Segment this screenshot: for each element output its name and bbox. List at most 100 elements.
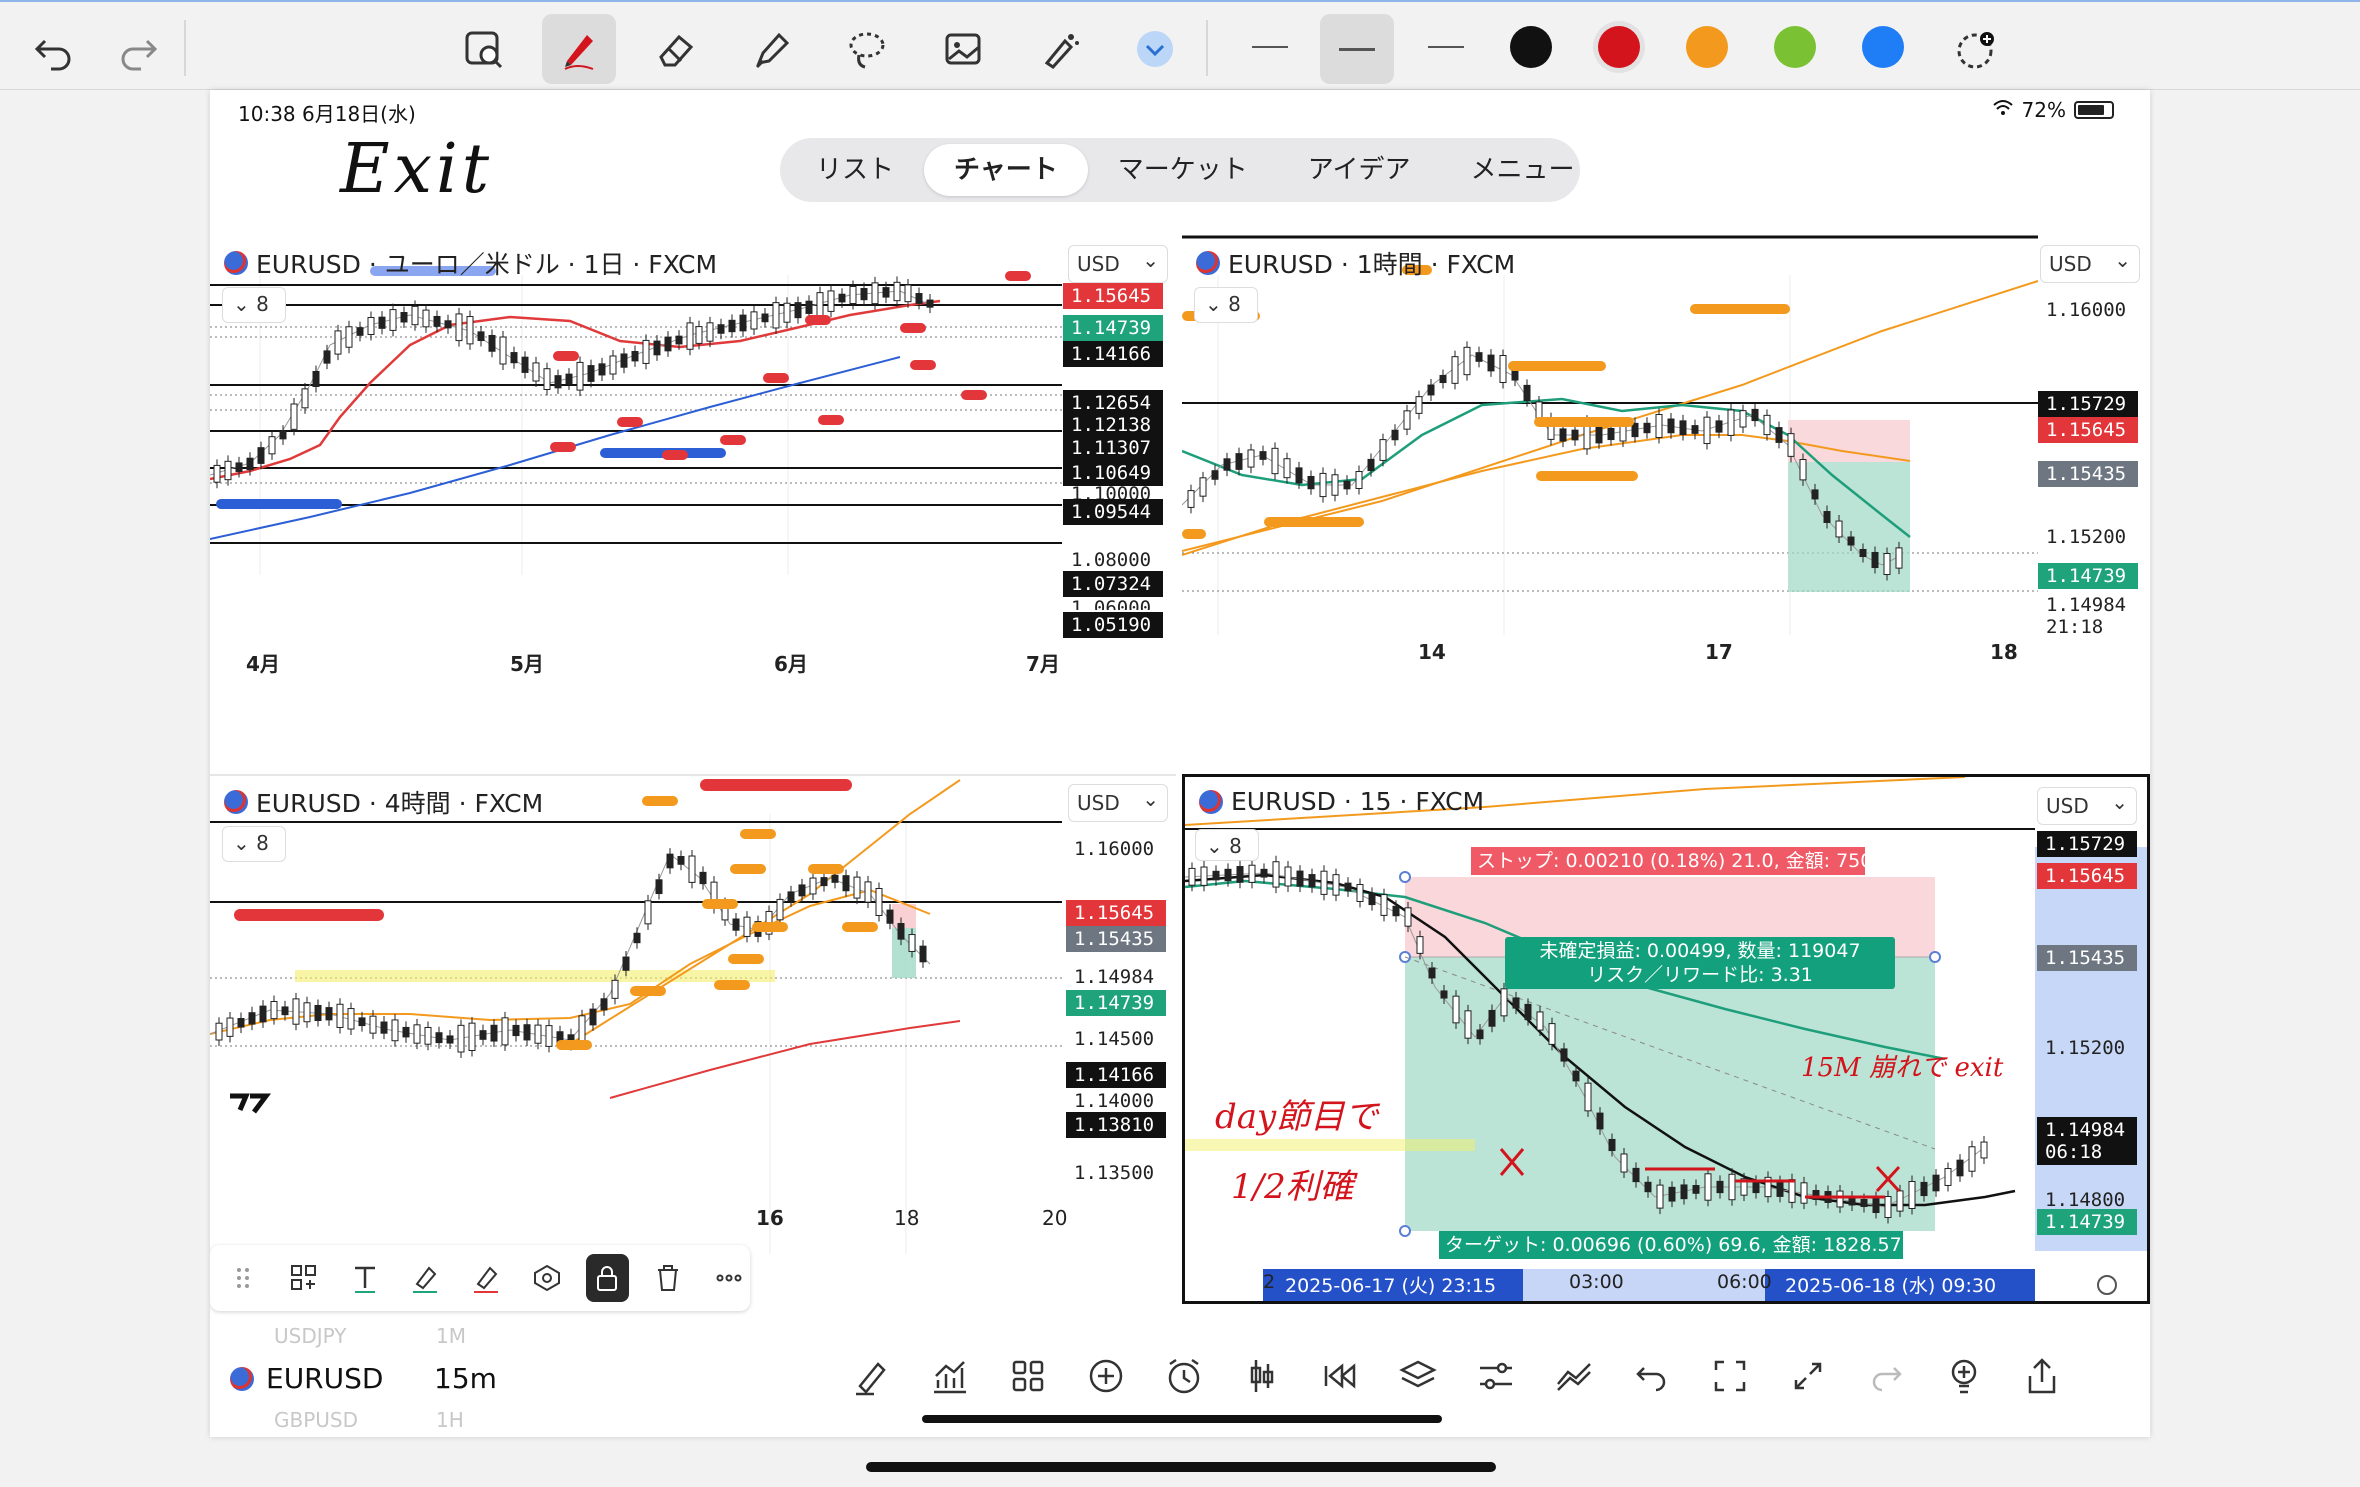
tab-ideas[interactable]: アイデア <box>1278 144 1441 196</box>
eraser-tool-icon[interactable] <box>525 1254 568 1302</box>
layout-icon[interactable] <box>1006 1354 1050 1402</box>
daily-indicator-chip[interactable]: ⌄ 8 <box>222 287 286 323</box>
indicators-icon[interactable] <box>928 1354 972 1402</box>
wifi-icon <box>1992 98 2014 122</box>
candle <box>1896 1190 1904 1212</box>
candle <box>499 336 507 365</box>
candle <box>358 1017 366 1027</box>
replay-icon[interactable] <box>1318 1354 1362 1402</box>
tab-list[interactable]: リスト <box>786 144 924 196</box>
expand-icon[interactable] <box>1786 1354 1830 1402</box>
redo-chart-icon[interactable] <box>1864 1354 1908 1402</box>
custom-color-icon[interactable] <box>1938 14 2012 84</box>
candle <box>1235 453 1243 470</box>
color-black[interactable] <box>1510 26 1552 68</box>
candle <box>1487 354 1495 372</box>
candle <box>444 320 452 329</box>
color-green[interactable] <box>1774 26 1816 68</box>
candle <box>345 326 353 348</box>
panel-hourly[interactable]: EURUSD · 1時間 · FXCM USD ⌄ 8 1.16000 1.15… <box>1182 235 2150 680</box>
candle <box>455 313 463 342</box>
tab-chart[interactable]: チャート <box>924 144 1088 196</box>
candle <box>1716 1180 1724 1194</box>
hourly-indicator-chip[interactable]: ⌄ 8 <box>1194 287 1258 323</box>
undo-chart-icon[interactable] <box>1630 1354 1674 1402</box>
candle <box>1379 439 1387 461</box>
h4-price-7: 1.14166 <box>1066 1062 1166 1088</box>
h4-price-2: 1.15645 <box>1066 900 1166 926</box>
trash-icon[interactable] <box>647 1254 690 1302</box>
candle <box>1680 1184 1688 1200</box>
candle <box>620 353 628 368</box>
candle <box>1511 369 1519 381</box>
interval-selector[interactable]: 15m <box>434 1362 497 1395</box>
laser-icon[interactable] <box>1022 14 1096 84</box>
candle <box>312 370 320 388</box>
tab-market[interactable]: マーケット <box>1088 144 1278 196</box>
candle <box>783 302 791 323</box>
m15-price-4: 1.15200 <box>2045 1037 2126 1059</box>
hourly-currency-select[interactable]: USD <box>2040 245 2140 283</box>
settings-sliders-icon[interactable] <box>1474 1354 1518 1402</box>
image-icon[interactable] <box>926 14 1000 84</box>
text-tool-icon[interactable] <box>343 1254 386 1302</box>
alarm-icon[interactable] <box>1162 1354 1206 1402</box>
candle <box>259 1005 267 1023</box>
candles-icon[interactable] <box>1240 1354 1284 1402</box>
lasso-icon[interactable] <box>830 14 904 84</box>
brush-green-icon[interactable] <box>404 1254 447 1302</box>
candle <box>886 909 894 924</box>
line-medium[interactable] <box>1320 14 1394 84</box>
drag-handle-icon[interactable] <box>222 1254 265 1302</box>
m15-currency-select[interactable]: USD <box>2037 787 2137 825</box>
color-red[interactable] <box>1598 26 1640 68</box>
eu-us-flag-icon <box>230 1366 254 1391</box>
status-time: 10:38 6月18日(水) <box>238 102 416 126</box>
m15-time-mid2: 06:00 <box>1717 1271 1772 1293</box>
color-blue[interactable] <box>1862 26 1904 68</box>
undo-icon[interactable] <box>16 14 90 84</box>
chevron-down-icon[interactable] <box>1118 14 1192 84</box>
line-thick[interactable] <box>1428 46 1464 48</box>
h4-indicator-chip[interactable]: ⌄ 8 <box>222 826 286 862</box>
draw-pen-icon[interactable] <box>850 1354 894 1402</box>
h4-currency-select[interactable]: USD <box>1068 784 1168 822</box>
tab-menu[interactable]: メニュー <box>1440 144 1604 196</box>
candle <box>600 998 608 1011</box>
m15-price-8: 1.14739 <box>2037 1209 2137 1235</box>
brush-red-icon[interactable] <box>465 1254 508 1302</box>
candle <box>1632 1167 1640 1183</box>
line-thin[interactable] <box>1252 46 1288 48</box>
candle <box>290 403 298 430</box>
layers-icon[interactable] <box>1396 1354 1440 1402</box>
zoom-image-icon[interactable] <box>446 14 520 84</box>
more-icon[interactable] <box>707 1254 750 1302</box>
share-icon[interactable] <box>2020 1354 2064 1402</box>
highlighter-icon[interactable] <box>734 14 808 84</box>
panel-h4[interactable]: EURUSD · 4時間 · FXCM USD ⌄ 8 1.16000 1.15… <box>210 774 1176 1304</box>
redo-icon[interactable] <box>102 14 176 84</box>
daily-currency-select[interactable]: USD <box>1068 245 1168 283</box>
symbol-selector[interactable]: EURUSD <box>230 1362 383 1395</box>
panel-m15[interactable]: EURUSD · 15 · FXCM USD ⌄ 8 ストップ: 0.00210… <box>1182 774 2150 1304</box>
hourly-price-4: 1.15435 <box>2038 461 2138 487</box>
candle <box>1500 988 1508 1017</box>
add-icon[interactable] <box>1084 1354 1128 1402</box>
compare-icon[interactable] <box>1552 1354 1596 1402</box>
candle <box>257 447 265 464</box>
candle <box>477 331 485 342</box>
eraser-icon[interactable] <box>638 14 712 84</box>
candle <box>849 286 857 304</box>
pen-icon[interactable] <box>542 14 616 84</box>
candle <box>510 352 518 364</box>
color-orange[interactable] <box>1686 26 1728 68</box>
chart-bottom-bar: USDJPY 1M EURUSD 15m GBPUSD 1H <box>210 1310 2150 1432</box>
panel-daily[interactable]: EURUSD · ユーロ／米ドル · 1日 · FXCM USD ⌄ 8 1.1… <box>210 235 1176 620</box>
idea-icon[interactable] <box>1942 1354 1986 1402</box>
candle <box>1284 866 1292 887</box>
lock-icon[interactable] <box>586 1254 629 1302</box>
candle <box>422 309 430 328</box>
objects-icon[interactable] <box>283 1254 326 1302</box>
m15-indicator-chip[interactable]: ⌄ 8 <box>1195 829 1259 861</box>
fullscreen-icon[interactable] <box>1708 1354 1752 1402</box>
